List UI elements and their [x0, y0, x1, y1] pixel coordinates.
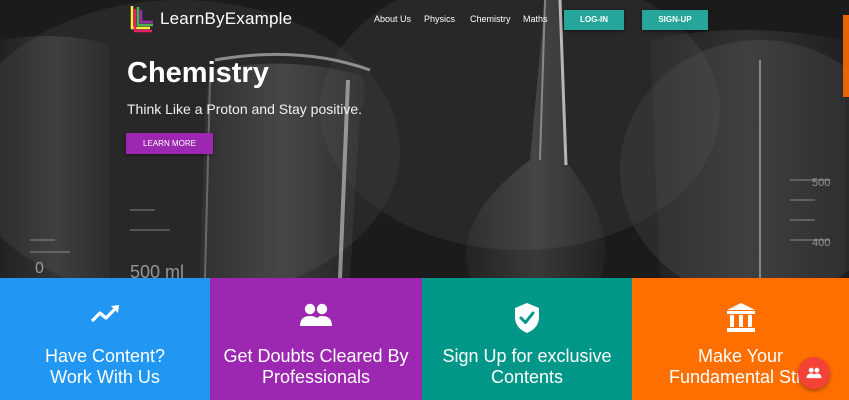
beaker-mark-400: 400	[812, 237, 830, 249]
verified-shield-icon	[515, 303, 539, 333]
people-icon	[300, 303, 332, 326]
card-title: Get Doubts Cleared By Professionals	[210, 346, 422, 388]
nav-about-us[interactable]: About Us	[374, 14, 411, 24]
nav-maths[interactable]: Maths	[523, 14, 548, 24]
card-title-line: Have Content?	[44, 346, 166, 366]
beaker-mark-zero: 0	[35, 260, 44, 277]
card-title-line: Contents	[490, 367, 564, 387]
learn-more-button[interactable]: LEARN MORE	[126, 133, 213, 154]
card-title-line: Sign Up for exclusive	[442, 346, 612, 366]
scrollbar-thumb[interactable]	[843, 15, 849, 97]
beaker-mark-500: 500	[812, 177, 830, 189]
hero-title: Chemistry	[127, 57, 269, 89]
hero-subtitle: Think Like a Proton and Stay positive.	[127, 101, 363, 117]
card-get-doubts-cleared[interactable]: Get Doubts Cleared By Professionals	[210, 278, 422, 400]
hero-banner: 0 500 ml 500 400 LearnByExample About Us…	[0, 0, 849, 278]
card-title-line: Professionals	[261, 367, 371, 387]
card-title-line: Get Doubts Cleared By	[223, 346, 409, 366]
card-have-content[interactable]: Have Content? Work With Us	[0, 278, 210, 400]
brand-name[interactable]: LearnByExample	[160, 9, 292, 29]
logo-icon[interactable]	[130, 4, 154, 34]
nav-chemistry[interactable]: Chemistry	[470, 14, 511, 24]
card-title-line: Work With Us	[50, 367, 160, 387]
beaker-mark-500ml: 500 ml	[130, 262, 184, 278]
bank-icon	[726, 303, 755, 332]
card-title: Have Content? Work With Us	[0, 346, 210, 388]
people-icon	[806, 367, 822, 379]
login-button[interactable]: LOG-IN	[564, 10, 624, 30]
floating-action-button[interactable]	[798, 357, 830, 389]
card-sign-up-exclusive[interactable]: Sign Up for exclusive Contents	[422, 278, 632, 400]
card-title: Sign Up for exclusive Contents	[422, 346, 632, 388]
nav-physics[interactable]: Physics	[424, 14, 455, 24]
signup-button[interactable]: SIGN-UP	[642, 10, 708, 30]
trending-up-icon	[90, 305, 119, 323]
navbar: LearnByExample About Us Physics Chemistr…	[0, 0, 849, 40]
